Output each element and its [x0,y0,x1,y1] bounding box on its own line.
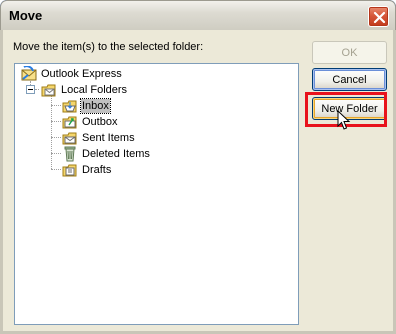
tree-node-label: Inbox [80,98,111,114]
local-folders-icon [41,84,56,97]
drafts-folder-icon [62,164,77,177]
outlook-express-icon [21,66,37,81]
prompt-label: Move the item(s) to the selected folder: [13,41,204,53]
tree-connector [51,105,61,106]
close-icon [373,11,386,24]
tree-node-label: Outbox [82,116,118,128]
tree-connector [35,89,39,90]
folder-tree[interactable]: Outlook Express Local Folders Inbox Outb… [14,63,299,325]
tree-node-label: Local Folders [61,84,128,96]
tree-connector [51,121,61,122]
window-title: Move [9,8,43,23]
sent-items-folder-icon [62,132,77,145]
close-button[interactable] [368,6,389,27]
collapse-toggle[interactable] [26,85,35,94]
outbox-folder-icon [62,116,77,129]
tree-node-label: Drafts [82,164,112,176]
tree-connector [51,96,52,169]
tree-connector [51,169,61,170]
tree-node-label: Deleted Items [82,148,150,160]
cancel-button[interactable]: Cancel [312,68,387,91]
deleted-items-folder-icon [64,146,76,162]
tree-node-label: Sent Items [82,132,135,144]
tree-node-label: Outlook Express [41,68,122,80]
dialog-body: Move the item(s) to the selected folder:… [0,30,396,334]
ok-button[interactable]: OK [312,41,387,64]
mouse-cursor-icon [337,110,351,130]
inbox-folder-icon [62,100,77,113]
tree-connector [51,153,61,154]
move-dialog: Move Move the item(s) to the selected fo… [0,0,396,334]
title-bar[interactable]: Move [0,0,396,30]
tree-connector [51,137,61,138]
